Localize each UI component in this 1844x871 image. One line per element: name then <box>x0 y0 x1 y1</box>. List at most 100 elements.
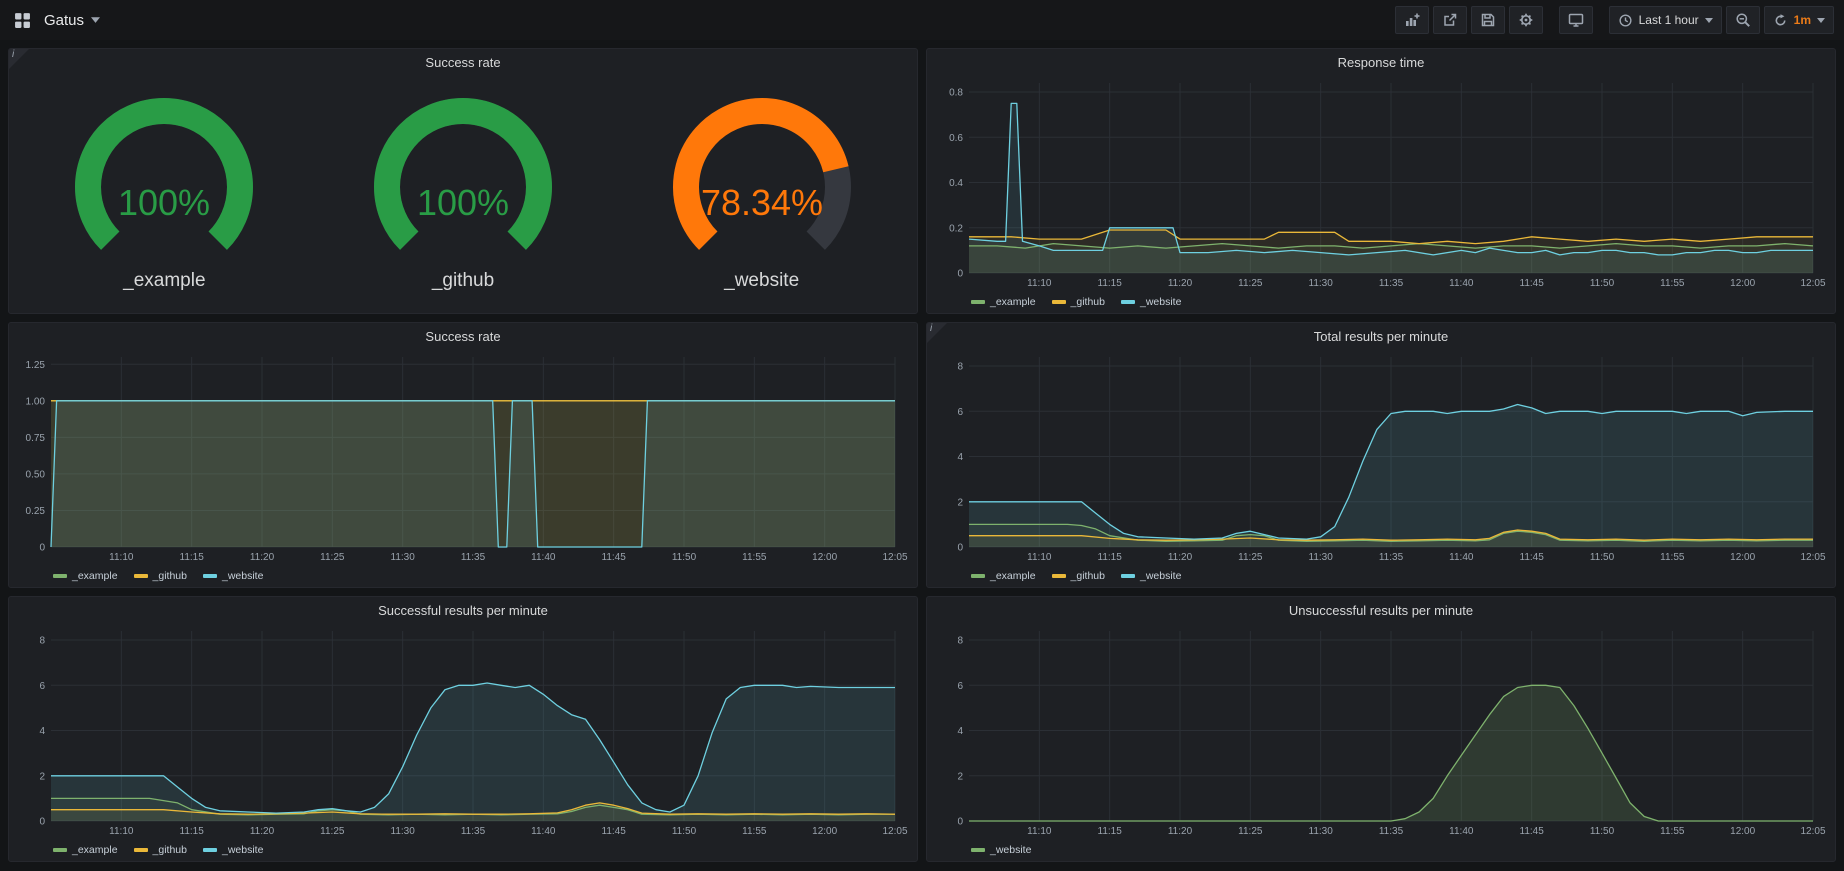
legend-item[interactable]: _website <box>1121 296 1181 308</box>
refresh-button[interactable]: 1m <box>1764 6 1834 34</box>
legend-item[interactable]: _example <box>53 844 118 856</box>
time-range-button[interactable]: Last 1 hour <box>1609 6 1722 34</box>
legend-item[interactable]: _example <box>971 296 1036 308</box>
legend-series-name: _github <box>153 570 187 582</box>
legend-series-name: _example <box>990 570 1036 582</box>
legend-series-swatch <box>1121 574 1135 578</box>
svg-text:0.2: 0.2 <box>949 223 963 234</box>
svg-text:11:25: 11:25 <box>320 826 345 837</box>
svg-text:11:45: 11:45 <box>1520 826 1545 837</box>
svg-text:12:00: 12:00 <box>1730 278 1755 289</box>
svg-text:0: 0 <box>957 543 963 554</box>
svg-text:12:00: 12:00 <box>1730 826 1755 837</box>
svg-text:11:25: 11:25 <box>1238 826 1263 837</box>
svg-text:12:00: 12:00 <box>812 552 837 563</box>
panel-title[interactable]: Success rate <box>9 323 917 349</box>
panel-title[interactable]: Total results per minute <box>927 323 1835 349</box>
legend-series-swatch <box>53 574 67 578</box>
dashboard-title-button[interactable]: Gatus <box>42 8 102 33</box>
svg-text:4: 4 <box>39 726 45 737</box>
dashboard-grid-button[interactable] <box>12 10 33 31</box>
svg-text:11:20: 11:20 <box>1168 826 1193 837</box>
panel-response-time: Response time 11:1011:1511:2011:2511:301… <box>926 48 1836 314</box>
successful-results-chart[interactable]: 11:1011:1511:2011:2511:3011:3511:4011:45… <box>13 623 913 839</box>
panel-title[interactable]: Unsuccessful results per minute <box>927 597 1835 623</box>
svg-text:11:35: 11:35 <box>1379 278 1404 289</box>
legend-series-name: _website <box>222 570 263 582</box>
share-button[interactable] <box>1433 6 1467 34</box>
svg-text:11:45: 11:45 <box>602 552 627 563</box>
svg-text:0: 0 <box>957 269 963 280</box>
legend-item[interactable]: _github <box>1052 296 1105 308</box>
svg-text:11:30: 11:30 <box>1309 826 1334 837</box>
svg-text:0.50: 0.50 <box>26 469 46 480</box>
gauge-label: _github <box>432 270 494 292</box>
svg-text:6: 6 <box>957 407 963 418</box>
svg-text:0.75: 0.75 <box>26 433 46 444</box>
panel-title[interactable]: Success rate <box>9 49 917 75</box>
legend-series-name: _website <box>990 844 1031 856</box>
panel-success-rate-gauges: i Success rate 100% _example 100% _githu… <box>8 48 918 314</box>
svg-text:0: 0 <box>39 543 45 554</box>
refresh-icon <box>1773 13 1788 28</box>
panel-info-icon[interactable]: i <box>9 49 29 69</box>
legend-series-swatch <box>203 574 217 578</box>
legend: _example _github _website <box>927 291 1835 313</box>
svg-text:11:40: 11:40 <box>531 826 556 837</box>
unsuccessful-results-chart[interactable]: 11:1011:1511:2011:2511:3011:3511:4011:45… <box>931 623 1831 839</box>
svg-text:4: 4 <box>957 726 963 737</box>
svg-text:11:10: 11:10 <box>109 552 134 563</box>
legend-series-swatch <box>971 574 985 578</box>
svg-text:11:25: 11:25 <box>320 552 345 563</box>
gauge-arc: 78.34% <box>632 91 892 268</box>
svg-text:12:00: 12:00 <box>1730 552 1755 563</box>
panel-info-icon[interactable]: i <box>927 323 947 343</box>
svg-text:11:15: 11:15 <box>1098 278 1123 289</box>
success-rate-chart[interactable]: 11:1011:1511:2011:2511:3011:3511:4011:45… <box>13 349 913 565</box>
response-time-chart[interactable]: 11:1011:1511:2011:2511:3011:3511:4011:45… <box>931 75 1831 291</box>
add-panel-icon <box>1404 12 1420 28</box>
legend-item[interactable]: _github <box>134 844 187 856</box>
legend-series-swatch <box>1052 300 1066 304</box>
svg-text:11:10: 11:10 <box>1027 278 1052 289</box>
tv-mode-button[interactable] <box>1559 6 1593 34</box>
legend-series-name: _github <box>153 844 187 856</box>
svg-text:0: 0 <box>957 817 963 828</box>
zoom-out-button[interactable] <box>1726 6 1760 34</box>
zoom-out-icon <box>1735 12 1751 28</box>
legend-item[interactable]: _website <box>1121 570 1181 582</box>
panel-title[interactable]: Response time <box>927 49 1835 75</box>
refresh-interval-label: 1m <box>1794 13 1811 27</box>
svg-text:100%: 100% <box>417 182 509 223</box>
legend-item[interactable]: _website <box>203 844 263 856</box>
total-results-chart[interactable]: 11:1011:1511:2011:2511:3011:3511:4011:45… <box>931 349 1831 565</box>
svg-text:11:40: 11:40 <box>531 552 556 563</box>
settings-button[interactable] <box>1509 6 1543 34</box>
panel-title[interactable]: Successful results per minute <box>9 597 917 623</box>
svg-text:0.6: 0.6 <box>949 133 963 144</box>
caret-down-icon <box>1817 18 1825 23</box>
legend-item[interactable]: _example <box>53 570 118 582</box>
legend-item[interactable]: _website <box>203 570 263 582</box>
save-button[interactable] <box>1471 6 1505 34</box>
svg-text:11:35: 11:35 <box>1379 826 1404 837</box>
svg-text:11:50: 11:50 <box>1590 826 1615 837</box>
save-icon <box>1480 12 1496 28</box>
svg-text:11:40: 11:40 <box>1449 826 1474 837</box>
legend-item[interactable]: _example <box>971 570 1036 582</box>
legend-item[interactable]: _github <box>1052 570 1105 582</box>
svg-text:11:15: 11:15 <box>1098 552 1123 563</box>
svg-text:11:55: 11:55 <box>1660 826 1685 837</box>
time-range-label: Last 1 hour <box>1639 13 1699 27</box>
legend-series-name: _github <box>1071 296 1105 308</box>
legend-series-swatch <box>134 574 148 578</box>
gauge-arc: 100% <box>333 91 593 268</box>
legend-item[interactable]: _website <box>971 844 1031 856</box>
legend-series-name: _website <box>1140 296 1181 308</box>
svg-text:11:40: 11:40 <box>1449 552 1474 563</box>
add-panel-button[interactable] <box>1395 6 1429 34</box>
svg-text:4: 4 <box>957 452 963 463</box>
legend-item[interactable]: _github <box>134 570 187 582</box>
svg-text:11:25: 11:25 <box>1238 278 1263 289</box>
svg-text:11:10: 11:10 <box>1027 552 1052 563</box>
